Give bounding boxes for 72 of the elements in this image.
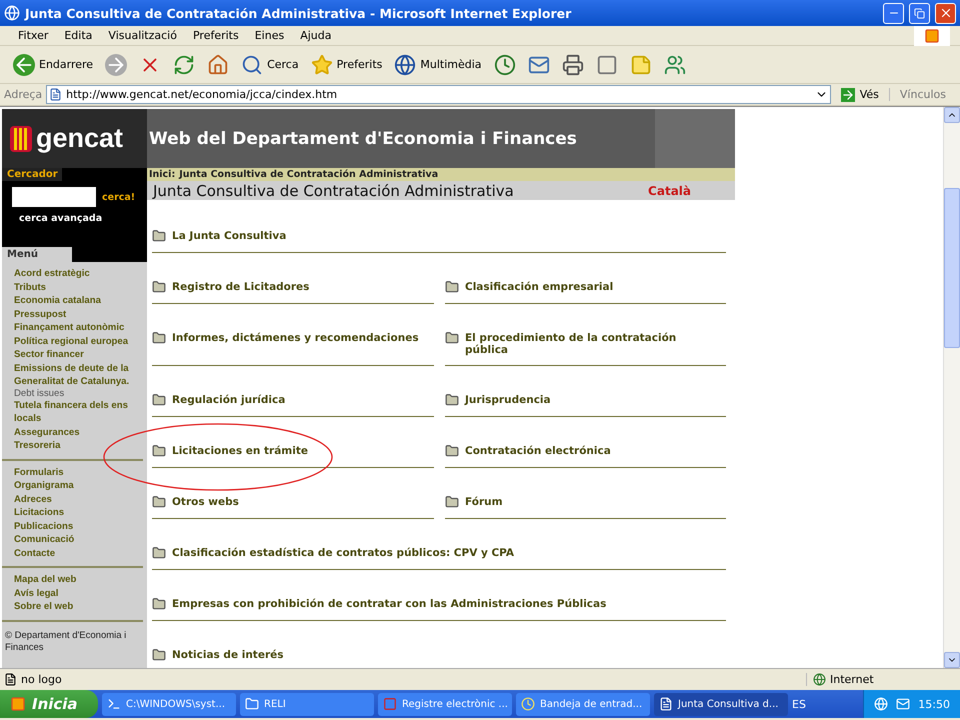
section-link[interactable]: Otros webs xyxy=(152,495,434,519)
menu-link[interactable]: Sobre el web xyxy=(2,600,143,614)
logo-text: gencat xyxy=(36,123,124,154)
menu-link[interactable]: Avís legal xyxy=(2,586,143,600)
section-link[interactable]: Noticias de interés xyxy=(152,648,726,668)
taskbar-button[interactable]: RELI xyxy=(240,692,374,716)
site-title: Web del Departament d'Economia i Finances xyxy=(148,128,578,148)
taskbar-button[interactable]: Junta Consultiva d... xyxy=(654,692,788,716)
menu-item[interactable]: Fitxer xyxy=(10,29,56,42)
go-button[interactable]: Vés xyxy=(834,88,885,102)
window-title: Junta Consultiva de Contratación Administrativa - Microsoft Internet Explorer xyxy=(25,6,572,20)
section-link[interactable]: La Junta Consultiva xyxy=(152,229,726,253)
section-link[interactable]: Jurisprudencia xyxy=(445,393,726,417)
menu-link[interactable]: Organigrama xyxy=(2,479,143,492)
toolbar-button[interactable]: Cerca xyxy=(238,52,302,78)
menu-link[interactable]: Contacte xyxy=(2,546,143,560)
breadcrumb-link[interactable]: Junta Consultiva de Contratación Administrativa xyxy=(179,169,438,180)
menu-link[interactable]: Publicacions xyxy=(2,520,143,533)
language-indicator[interactable]: ES xyxy=(792,698,814,710)
menu-link[interactable]: Assegurances xyxy=(2,426,143,439)
menu-link[interactable]: Licitacions xyxy=(2,506,143,520)
footer-text: © Departament d'Economia i Finances xyxy=(4,628,128,654)
menu-link[interactable]: Tresoreria xyxy=(2,439,143,452)
menu-link[interactable]: Economia catalana xyxy=(2,294,143,308)
menu-link[interactable]: Finançament autonòmic xyxy=(2,321,143,334)
toolbar-button[interactable]: Preferits xyxy=(308,52,386,78)
menu-link[interactable]: Tributs xyxy=(2,280,143,294)
language-link[interactable]: Català xyxy=(648,184,691,198)
links-button[interactable]: Vínculos xyxy=(888,88,956,101)
page-title: Junta Consultiva de Contratación Administrativa xyxy=(153,182,514,200)
menu-link[interactable]: Adreces xyxy=(2,492,143,506)
taskbar-button[interactable]: Registre electrònic ... xyxy=(378,692,512,716)
section-link[interactable]: Informes, dictámenes y recomendaciones xyxy=(152,331,434,366)
menu-heading: Menú xyxy=(2,247,72,262)
section-link[interactable]: Empresas con prohibición de contratar con las Administraciones Públicas xyxy=(152,597,726,621)
menu-link[interactable]: Sector financer xyxy=(2,348,143,362)
advanced-search-link[interactable]: cerca avançada xyxy=(2,213,147,230)
toolbar-button[interactable]: Endarrere xyxy=(10,52,96,78)
search-link[interactable]: cerca! xyxy=(102,192,136,202)
menu-link[interactable]: Acord estratègic xyxy=(2,267,143,280)
menu-item[interactable]: Eines xyxy=(246,29,292,42)
section-link[interactable]: Contratación electrónica xyxy=(445,444,726,468)
address-field[interactable]: http://www.gencat.net/economia/jcca/cindex.htm xyxy=(46,85,831,104)
menu-link[interactable]: Formularis xyxy=(2,466,143,479)
menu-link[interactable]: Emissions de deute de la Generalitat de Catalunya. xyxy=(2,362,143,388)
status-text: no logo xyxy=(21,673,62,686)
clock: 15:50 xyxy=(918,698,950,710)
search-label: Cercador xyxy=(2,168,62,181)
menu-link[interactable]: Tutela financera dels ens locals xyxy=(2,398,143,426)
menu-item[interactable]: Edita xyxy=(56,29,100,42)
address-label: Adreça xyxy=(4,88,42,101)
section-link[interactable]: Fórum xyxy=(445,495,726,519)
taskbar-button[interactable]: Bandeja de entrad... xyxy=(516,692,650,716)
menu-link[interactable]: Política regional europea xyxy=(2,334,143,348)
menu-item[interactable]: Preferits xyxy=(184,29,247,42)
menu-note[interactable]: Debt issues xyxy=(2,388,143,398)
menu-link[interactable]: Mapa del web xyxy=(2,573,143,586)
taskbar-button[interactable]: C:\WINDOWS\syst... xyxy=(102,692,236,716)
start-button[interactable]: Inicia xyxy=(0,690,98,718)
section-link[interactable]: Licitaciones en trámite xyxy=(152,444,434,468)
menu-item[interactable]: Ajuda xyxy=(292,29,340,42)
menu-link[interactable]: Comunicació xyxy=(2,533,143,546)
menu-item[interactable]: Visualització xyxy=(100,29,185,42)
breadcrumb-label: Inici: xyxy=(149,169,176,180)
toolbar-button[interactable]: Multimèdia xyxy=(391,52,485,78)
section-link[interactable]: Clasificación estadística de contratos públicos: CPV y CPA xyxy=(152,546,726,570)
section-link[interactable]: El procedimiento de la contratación pública xyxy=(445,331,726,366)
section-link[interactable]: Registro de Licitadores xyxy=(152,280,434,304)
menu-link[interactable]: Pressupost xyxy=(2,308,143,321)
zone-text: Internet xyxy=(830,673,874,686)
section-link[interactable]: Clasificación empresarial xyxy=(445,280,726,304)
section-link[interactable]: Regulación jurídica xyxy=(152,393,434,417)
